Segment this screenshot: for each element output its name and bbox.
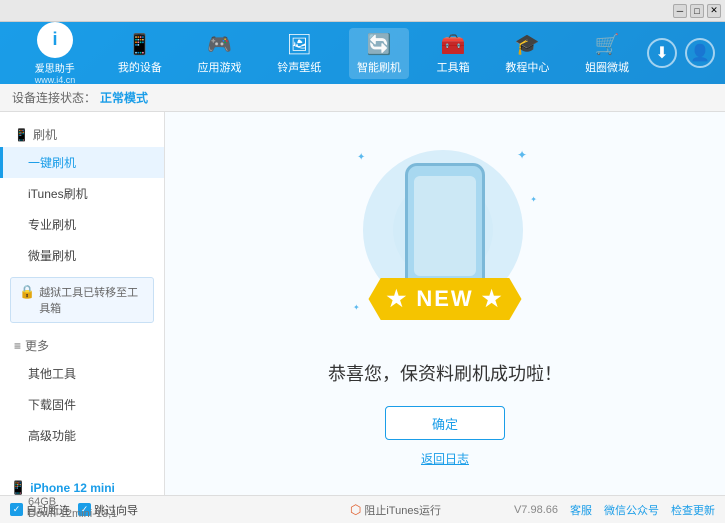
device-name: iPhone 12 mini bbox=[30, 481, 115, 495]
stop-icon: ⬡ bbox=[350, 502, 361, 518]
pro-label: 专业刷机 bbox=[28, 218, 76, 232]
title-bar: ─ □ ✕ bbox=[0, 0, 725, 22]
sidebar: 📱 刷机 一键刷机 iTunes刷机 专业刷机 微量刷机 🔒 越狱工具已转移至工… bbox=[0, 112, 165, 495]
bottom-right: V7.98.66 客服 微信公众号 检查更新 bbox=[441, 502, 715, 518]
other-tools-label: 其他工具 bbox=[28, 367, 76, 381]
logo-area: i 爱思助手 www.i4.cn bbox=[10, 22, 100, 85]
sparkle-r: ✦ bbox=[530, 195, 537, 204]
nav-tutorial[interactable]: 🎓 教程中心 bbox=[497, 28, 557, 79]
back-link[interactable]: 返回日志 bbox=[421, 450, 469, 467]
nav-apps-games[interactable]: 🎮 应用游戏 bbox=[190, 28, 250, 79]
save-data-label: 微量刷机 bbox=[28, 249, 76, 263]
success-illustration: ✦ ✦ ✦ ✦ ★ NEW ★ bbox=[345, 140, 545, 340]
smart-shop-icon: 🔄 bbox=[367, 32, 392, 57]
status-bar: 设备连接状态： 正常模式 bbox=[0, 84, 725, 112]
sidebar-item-save-data[interactable]: 微量刷机 bbox=[0, 240, 164, 271]
nav-toolbox[interactable]: 🧰 工具箱 bbox=[429, 28, 478, 79]
version-label: V7.98.66 bbox=[514, 504, 558, 516]
lock-icon: 🔒 bbox=[19, 284, 35, 300]
nav-ringtone[interactable]: 🖼 铃声壁纸 bbox=[269, 28, 329, 79]
flash-section-label: 刷机 bbox=[33, 126, 57, 143]
nav-tutorial-label: 教程中心 bbox=[505, 59, 549, 75]
nav-my-device-label: 我的设备 bbox=[118, 59, 162, 75]
bottom-bar: ✓ 自动断连 ✓ 跳过向导 📱 iPhone 12 mini 64GB Down… bbox=[0, 495, 725, 523]
flash-section-header: 📱 刷机 bbox=[0, 120, 164, 147]
flash-section-icon: 📱 bbox=[14, 128, 29, 142]
one-click-label: 一键刷机 bbox=[28, 156, 76, 170]
minimize-button[interactable]: ─ bbox=[673, 4, 687, 18]
sidebar-item-download-firmware[interactable]: 下载固件 bbox=[0, 389, 164, 420]
device-icon-bottom: 📱 bbox=[10, 480, 26, 496]
phone-screen bbox=[414, 176, 476, 276]
nav-ringtone-label: 铃声壁纸 bbox=[277, 59, 321, 75]
main-content: 📱 刷机 一键刷机 iTunes刷机 专业刷机 微量刷机 🔒 越狱工具已转移至工… bbox=[0, 112, 725, 495]
content-area: ✦ ✦ ✦ ✦ ★ NEW ★ 恭喜您，保资料刷机成功啦！ 确定 返回日志 bbox=[165, 112, 725, 495]
more-section-header: ≡ 更多 bbox=[0, 329, 164, 358]
update-link[interactable]: 检查更新 bbox=[671, 502, 715, 518]
wechat-link[interactable]: 微信公众号 bbox=[604, 502, 659, 518]
notice-text: 越狱工具已转移至工具箱 bbox=[39, 284, 145, 316]
new-badge-text: ★ NEW ★ bbox=[387, 286, 504, 311]
download-firmware-label: 下载固件 bbox=[28, 398, 76, 412]
micro-shop-icon: 🛒 bbox=[595, 32, 620, 57]
sidebar-item-itunes[interactable]: iTunes刷机 bbox=[0, 178, 164, 209]
sidebar-item-other-tools[interactable]: 其他工具 bbox=[0, 358, 164, 389]
status-label: 设备连接状态： bbox=[12, 89, 96, 106]
sparkle-tr: ✦ bbox=[517, 148, 527, 162]
device-storage: 64GB bbox=[10, 496, 155, 508]
nav-micro-shop-label: 姐圈微城 bbox=[585, 59, 629, 75]
nav-apps-games-label: 应用游戏 bbox=[198, 59, 242, 75]
new-banner: ★ NEW ★ bbox=[369, 278, 522, 320]
logo-site: 爱思助手 www.i4.cn bbox=[35, 60, 76, 85]
confirm-button[interactable]: 确定 bbox=[385, 406, 505, 440]
more-icon: ≡ bbox=[14, 339, 21, 353]
device-info-bar: 📱 iPhone 12 mini 64GB Down-12mini-13,1 bbox=[0, 478, 165, 523]
logo-icon: i bbox=[37, 22, 73, 58]
sidebar-item-one-click[interactable]: 一键刷机 bbox=[0, 147, 164, 178]
toolbox-icon: 🧰 bbox=[441, 32, 466, 57]
sidebar-item-advanced[interactable]: 高级功能 bbox=[0, 420, 164, 451]
nav-toolbox-label: 工具箱 bbox=[437, 59, 470, 75]
itunes-label: iTunes刷机 bbox=[28, 187, 88, 201]
nav-bar: 📱 我的设备 🎮 应用游戏 🖼 铃声壁纸 🔄 智能刷机 🧰 工具箱 🎓 教程中心… bbox=[100, 28, 647, 79]
service-link[interactable]: 客服 bbox=[570, 502, 592, 518]
more-label: 更多 bbox=[25, 337, 49, 354]
sparkle-bl: ✦ bbox=[353, 303, 360, 312]
device-model: Down-12mini-13,1 bbox=[10, 508, 155, 520]
header: i 爱思助手 www.i4.cn 📱 我的设备 🎮 应用游戏 🖼 铃声壁纸 🔄 … bbox=[0, 22, 725, 84]
device-icon: 📱 bbox=[127, 32, 152, 57]
success-message: 恭喜您，保资料刷机成功啦！ bbox=[328, 360, 562, 386]
nav-micro-shop[interactable]: 🛒 姐圈微城 bbox=[577, 28, 637, 79]
stop-itunes[interactable]: ⬡ 阻止iTunes运行 bbox=[350, 502, 441, 518]
download-button[interactable]: ⬇ bbox=[647, 38, 677, 68]
maximize-button[interactable]: □ bbox=[690, 4, 704, 18]
header-right: ⬇ 👤 bbox=[647, 38, 715, 68]
nav-smart-shop[interactable]: 🔄 智能刷机 bbox=[349, 28, 409, 79]
ringtone-icon: 🖼 bbox=[287, 32, 312, 57]
nav-my-device[interactable]: 📱 我的设备 bbox=[110, 28, 170, 79]
user-button[interactable]: 👤 bbox=[685, 38, 715, 68]
apps-icon: 🎮 bbox=[207, 32, 232, 57]
close-button[interactable]: ✕ bbox=[707, 4, 721, 18]
sparkle-tl: ✦ bbox=[357, 152, 365, 163]
advanced-label: 高级功能 bbox=[28, 429, 76, 443]
nav-smart-shop-label: 智能刷机 bbox=[357, 59, 401, 75]
stop-itunes-label: 阻止iTunes运行 bbox=[364, 502, 441, 518]
jailbreak-notice: 🔒 越狱工具已转移至工具箱 bbox=[10, 277, 154, 323]
status-value: 正常模式 bbox=[100, 89, 148, 106]
sidebar-item-pro[interactable]: 专业刷机 bbox=[0, 209, 164, 240]
tutorial-icon: 🎓 bbox=[515, 32, 540, 57]
